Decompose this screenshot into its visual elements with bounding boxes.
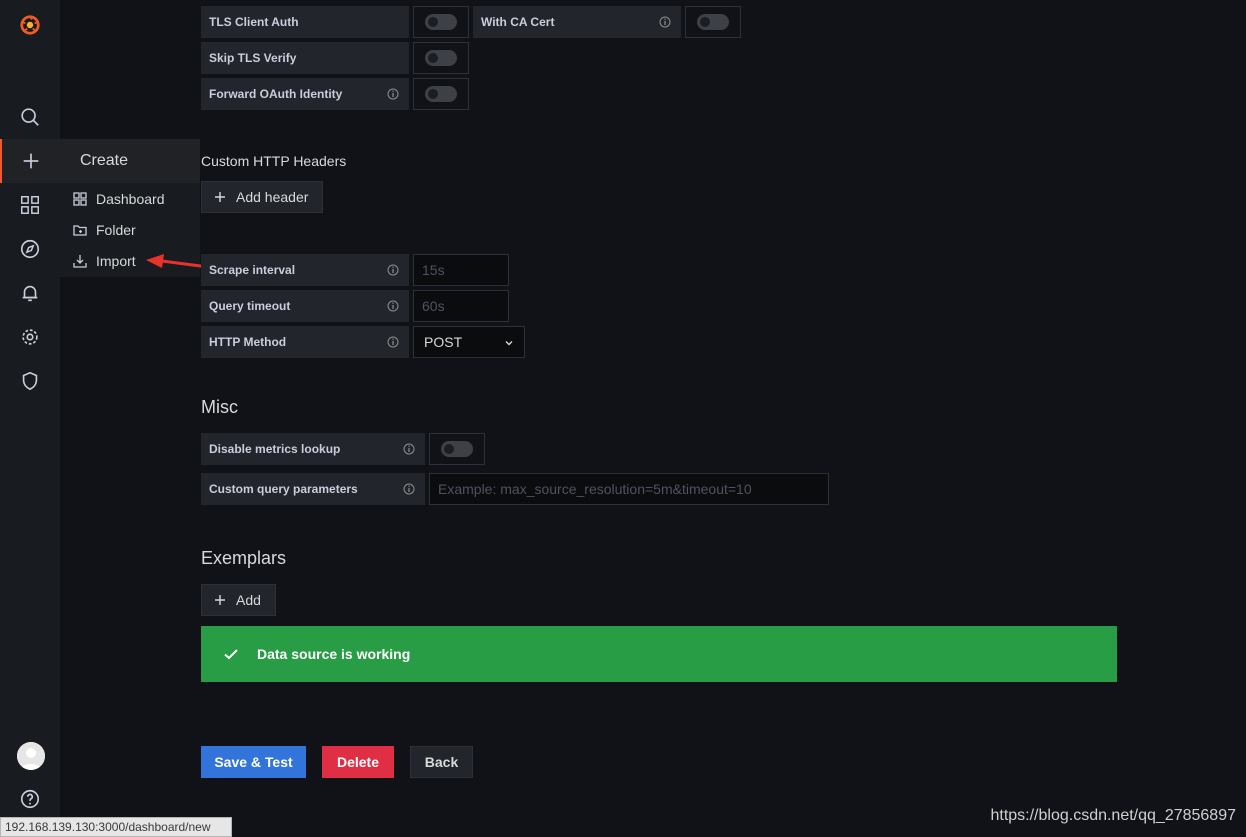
grafana-logo-icon[interactable] — [0, 3, 60, 47]
toggle-switch[interactable] — [425, 86, 457, 102]
server-admin-shield-icon[interactable] — [0, 359, 60, 403]
tls-client-auth-label: TLS Client Auth — [201, 6, 409, 38]
success-alert: Data source is working — [201, 626, 1117, 682]
info-icon[interactable] — [403, 483, 415, 495]
query-timeout-text: Query timeout — [209, 299, 291, 313]
toggle-switch[interactable] — [425, 14, 457, 30]
disable-metrics-text: Disable metrics lookup — [209, 442, 341, 456]
query-timeout-input[interactable]: 60s — [413, 290, 509, 322]
info-icon[interactable] — [387, 300, 399, 312]
with-ca-cert-text: With CA Cert — [481, 15, 555, 29]
create-plus-icon[interactable] — [0, 139, 60, 183]
misc-title: Misc — [201, 397, 238, 417]
dashboards-icon[interactable] — [0, 183, 60, 227]
scrape-interval-label: Scrape interval — [201, 254, 409, 286]
menu-item-label: Folder — [96, 221, 136, 238]
http-method-select[interactable]: POST — [413, 326, 525, 358]
menu-item-folder[interactable]: Folder — [60, 214, 200, 245]
info-icon[interactable] — [387, 88, 399, 100]
forward-oauth-toggle[interactable] — [413, 78, 469, 110]
custom-headers-title: Custom HTTP Headers — [201, 153, 347, 169]
info-icon[interactable] — [403, 443, 415, 455]
alerting-bell-icon[interactable] — [0, 271, 60, 315]
add-header-label: Add header — [236, 189, 309, 205]
custom-query-input[interactable]: Example: max_source_resolution=5m&timeou… — [429, 473, 829, 505]
forward-oauth-text: Forward OAuth Identity — [209, 87, 343, 101]
disable-metrics-toggle[interactable] — [429, 433, 485, 465]
dashboard-grid-icon — [73, 191, 87, 206]
help-icon[interactable] — [0, 777, 60, 821]
scrape-interval-text: Scrape interval — [209, 263, 296, 277]
folder-plus-icon — [73, 224, 87, 236]
back-button[interactable]: Back — [410, 746, 473, 778]
http-method-label: HTTP Method — [201, 326, 409, 358]
http-method-text: HTTP Method — [209, 335, 287, 349]
custom-query-label: Custom query parameters — [201, 473, 425, 505]
menu-item-label: Dashboard — [96, 190, 165, 207]
skip-tls-verify-text: Skip TLS Verify — [209, 51, 297, 65]
toggle-switch[interactable] — [441, 441, 473, 457]
add-exemplar-button[interactable]: Add — [201, 584, 276, 616]
toggle-switch[interactable] — [425, 50, 457, 66]
skip-tls-verify-label: Skip TLS Verify — [201, 42, 409, 74]
save-test-button[interactable]: Save & Test — [201, 746, 306, 778]
exemplars-title: Exemplars — [201, 548, 287, 568]
browser-status-url: 192.168.139.130:3000/dashboard/new — [0, 817, 232, 837]
explore-compass-icon[interactable] — [0, 227, 60, 271]
alert-message: Data source is working — [257, 646, 411, 662]
info-icon[interactable] — [387, 336, 399, 348]
plus-icon — [215, 595, 225, 605]
query-timeout-label: Query timeout — [201, 290, 409, 322]
configuration-gear-icon[interactable] — [0, 315, 60, 359]
http-method-value: POST — [424, 334, 463, 350]
watermark-text: https://blog.csdn.net/qq_27856897 — [990, 807, 1236, 824]
menu-item-label: Import — [96, 252, 136, 269]
scrape-interval-input[interactable]: 15s — [413, 254, 509, 286]
tls-client-auth-text: TLS Client Auth — [209, 15, 299, 29]
toggle-switch[interactable] — [697, 14, 729, 30]
forward-oauth-label: Forward OAuth Identity — [201, 78, 409, 110]
add-exemplar-label: Add — [236, 592, 261, 608]
info-icon[interactable] — [659, 16, 671, 28]
plus-icon — [215, 192, 225, 202]
disable-metrics-label: Disable metrics lookup — [201, 433, 425, 465]
menu-item-dashboard[interactable]: Dashboard — [60, 183, 200, 214]
user-avatar[interactable] — [17, 742, 45, 770]
add-header-button[interactable]: Add header — [201, 181, 323, 213]
info-icon[interactable] — [387, 264, 399, 276]
check-icon — [224, 649, 238, 660]
skip-tls-verify-toggle[interactable] — [413, 42, 469, 74]
delete-button[interactable]: Delete — [322, 746, 394, 778]
tls-client-auth-toggle[interactable] — [413, 6, 469, 38]
create-menu-header[interactable]: Create — [60, 139, 200, 183]
custom-query-text: Custom query parameters — [209, 482, 358, 496]
chevron-down-icon — [505, 341, 513, 346]
sidebar — [0, 0, 60, 837]
with-ca-cert-toggle[interactable] — [685, 6, 741, 38]
with-ca-cert-label: With CA Cert — [473, 6, 681, 38]
search-icon[interactable] — [0, 95, 60, 139]
import-icon — [73, 254, 87, 268]
